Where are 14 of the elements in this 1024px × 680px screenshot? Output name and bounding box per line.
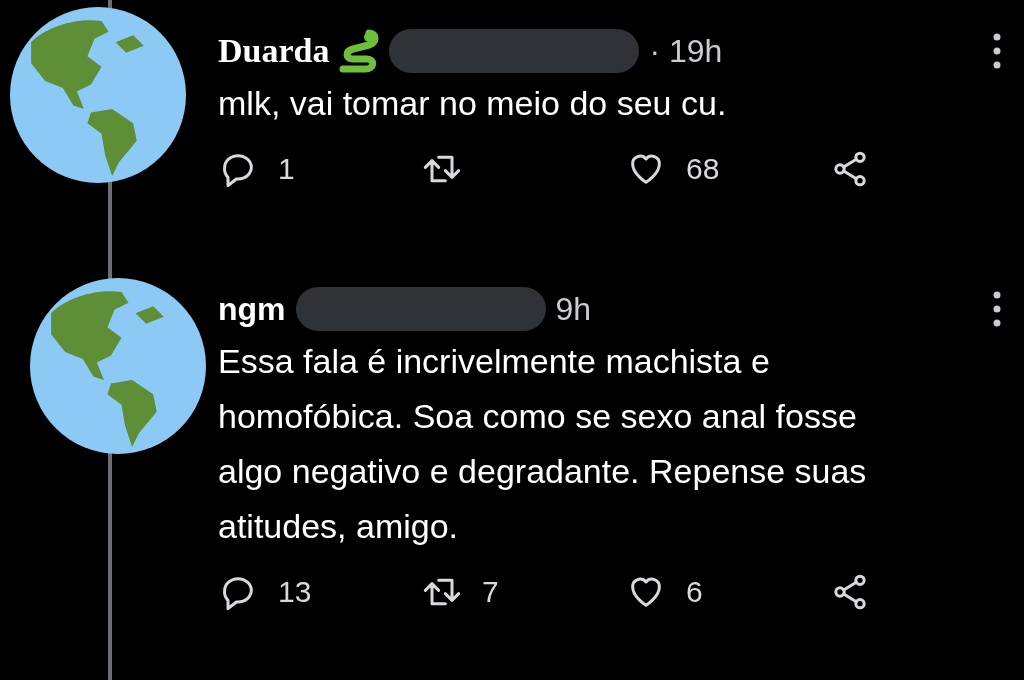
like-count: 68	[686, 152, 720, 186]
reply-count: 1	[278, 152, 295, 186]
globe-avatar-icon[interactable]	[30, 278, 206, 454]
snake-icon	[339, 29, 380, 73]
reply-count: 13	[278, 575, 312, 609]
like-count: 6	[686, 575, 703, 609]
retweet-count: 7	[482, 575, 499, 609]
globe-avatar-icon[interactable]	[10, 7, 186, 183]
user-name[interactable]: Duarda	[218, 32, 330, 70]
tweet-time: 9h	[555, 290, 592, 328]
tweet-text: Essa fala é incrivelmente machista e homofóbica. Soa como se sexo anal fosse algo negativo e degradante. Repense suas atitudes, amigo.	[218, 341, 868, 547]
tweet-text: mlk, vai tomar no meio do seu cu.	[218, 83, 728, 124]
user-name[interactable]: ngm	[218, 290, 286, 328]
tweet-time: · 19h	[649, 32, 723, 70]
